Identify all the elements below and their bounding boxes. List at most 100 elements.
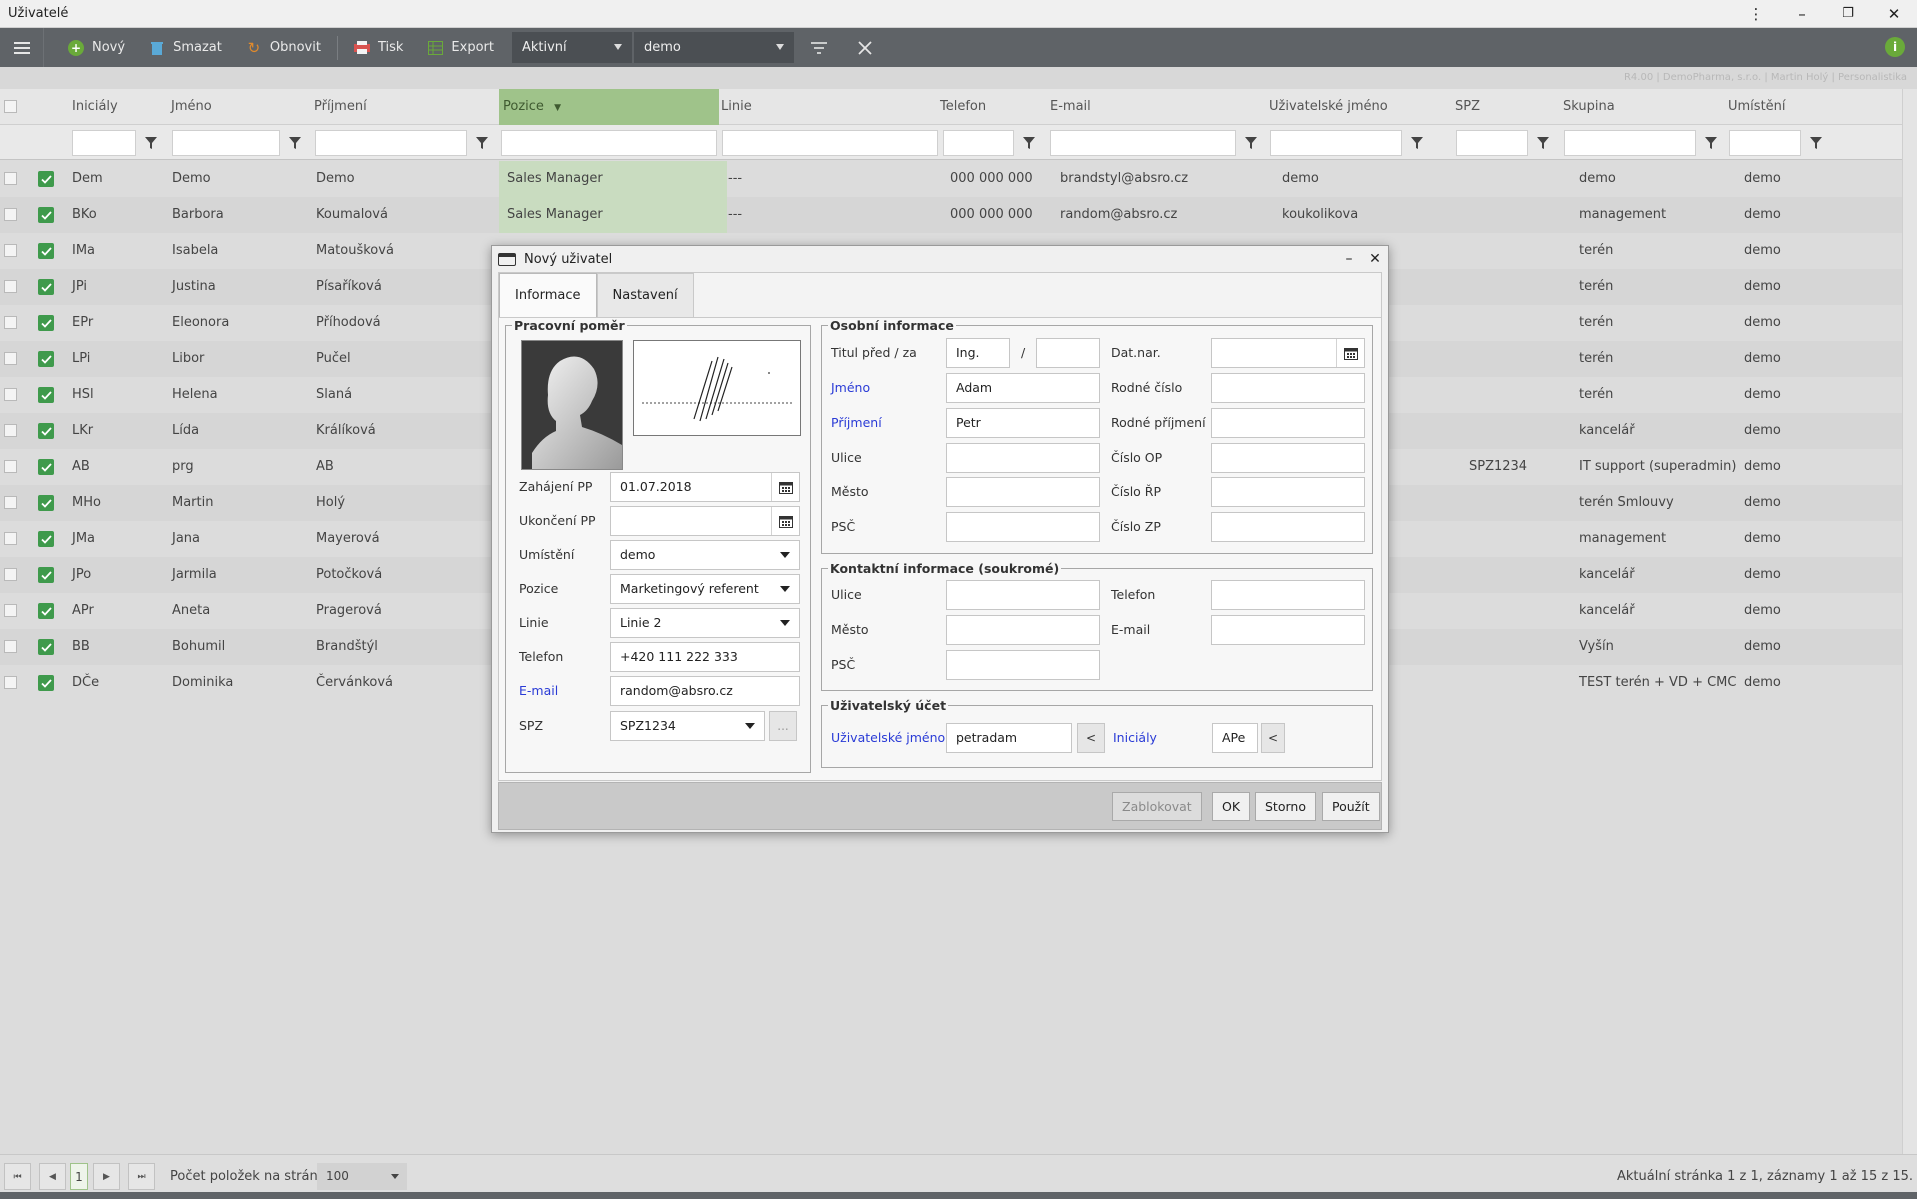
maiden-name-field[interactable] bbox=[1211, 408, 1365, 438]
zip-field[interactable] bbox=[946, 512, 1100, 542]
contact-email-field[interactable] bbox=[1211, 615, 1365, 645]
column-header-location[interactable]: Umístění bbox=[1724, 89, 1786, 125]
new-button[interactable]: + Nový bbox=[44, 28, 137, 67]
row-select-checkbox[interactable] bbox=[4, 388, 17, 401]
username-field[interactable]: petradam bbox=[946, 723, 1072, 753]
contact-street-field[interactable] bbox=[946, 580, 1100, 610]
first-name-field[interactable]: Adam bbox=[946, 373, 1100, 403]
initials-field[interactable]: APe bbox=[1212, 723, 1258, 753]
work-email-field[interactable]: random@absro.cz bbox=[610, 676, 800, 706]
last-page-button[interactable]: ⏭ bbox=[128, 1163, 155, 1190]
column-filter-input[interactable] bbox=[315, 130, 467, 156]
vertical-scrollbar[interactable] bbox=[1902, 89, 1917, 1154]
filter-icon[interactable] bbox=[1698, 130, 1724, 156]
calendar-icon[interactable] bbox=[771, 507, 799, 535]
chevron-down-icon[interactable] bbox=[771, 575, 799, 603]
column-header-line[interactable]: Linie bbox=[717, 89, 752, 125]
column-header-spz[interactable]: SPZ bbox=[1451, 89, 1480, 125]
tab-nastaveni[interactable]: Nastavení bbox=[596, 273, 694, 317]
active-check-icon[interactable] bbox=[38, 603, 54, 619]
row-select-checkbox[interactable] bbox=[4, 352, 17, 365]
restore-button[interactable]: ❐ bbox=[1825, 0, 1871, 28]
driving-license-field[interactable] bbox=[1211, 477, 1365, 507]
active-check-icon[interactable] bbox=[38, 315, 54, 331]
column-filter-input[interactable] bbox=[172, 130, 280, 156]
location-select[interactable]: demo bbox=[610, 540, 800, 570]
info-icon[interactable]: i bbox=[1885, 37, 1905, 57]
row-select-checkbox[interactable] bbox=[4, 676, 17, 689]
active-check-icon[interactable] bbox=[38, 531, 54, 547]
calendar-icon[interactable] bbox=[771, 473, 799, 501]
table-row[interactable]: BKo Barbora Koumalová Sales Manager --- 000 0… bbox=[0, 197, 1902, 233]
spz-more-button[interactable]: ... bbox=[769, 711, 797, 741]
signature-box[interactable] bbox=[633, 340, 801, 436]
title-after-field[interactable] bbox=[1036, 338, 1100, 368]
end-pp-field[interactable] bbox=[610, 506, 800, 536]
birth-number-field[interactable] bbox=[1211, 373, 1365, 403]
prev-page-button[interactable]: ◀ bbox=[39, 1163, 66, 1190]
generate-initials-button[interactable]: < bbox=[1261, 723, 1285, 753]
first-page-button[interactable]: ⏮ bbox=[4, 1163, 31, 1190]
contact-zip-field[interactable] bbox=[946, 650, 1100, 680]
column-filter-input[interactable] bbox=[1564, 130, 1696, 156]
export-button[interactable]: Export bbox=[415, 28, 506, 67]
filter-icon[interactable] bbox=[1530, 130, 1556, 156]
active-check-icon[interactable] bbox=[38, 567, 54, 583]
row-select-checkbox[interactable] bbox=[4, 172, 17, 185]
filter-settings-icon[interactable] bbox=[796, 28, 842, 67]
row-select-checkbox[interactable] bbox=[4, 604, 17, 617]
cancel-button[interactable]: Storno bbox=[1255, 792, 1316, 821]
active-check-icon[interactable] bbox=[38, 351, 54, 367]
filter-icon[interactable] bbox=[1404, 130, 1430, 156]
next-page-button[interactable]: ▶ bbox=[93, 1163, 120, 1190]
column-header-phone[interactable]: Telefon bbox=[936, 89, 986, 125]
column-header-group[interactable]: Skupina bbox=[1559, 89, 1615, 125]
column-filter-input[interactable] bbox=[1729, 130, 1801, 156]
contact-phone-field[interactable] bbox=[1211, 580, 1365, 610]
dialog-close-button[interactable]: ✕ bbox=[1362, 251, 1388, 267]
column-filter-input[interactable] bbox=[1456, 130, 1528, 156]
row-select-checkbox[interactable] bbox=[4, 316, 17, 329]
column-filter-input[interactable] bbox=[1050, 130, 1236, 156]
active-check-icon[interactable] bbox=[38, 639, 54, 655]
more-options-icon[interactable]: ⋮ bbox=[1733, 0, 1779, 28]
column-filter-input[interactable] bbox=[72, 130, 136, 156]
user-photo-placeholder[interactable] bbox=[521, 340, 623, 470]
active-check-icon[interactable] bbox=[38, 675, 54, 691]
location-filter-select[interactable]: demo bbox=[633, 32, 794, 63]
id-card-field[interactable] bbox=[1211, 443, 1365, 473]
row-select-checkbox[interactable] bbox=[4, 208, 17, 221]
chevron-down-icon[interactable] bbox=[736, 712, 764, 740]
row-select-checkbox[interactable] bbox=[4, 496, 17, 509]
active-check-icon[interactable] bbox=[38, 171, 54, 187]
calendar-icon[interactable] bbox=[1336, 339, 1364, 367]
row-select-checkbox[interactable] bbox=[4, 532, 17, 545]
chevron-down-icon[interactable] bbox=[771, 541, 799, 569]
column-header-email[interactable]: E-mail bbox=[1046, 89, 1091, 125]
filter-icon[interactable] bbox=[1016, 130, 1042, 156]
dialog-minimize-button[interactable]: – bbox=[1336, 251, 1362, 267]
active-check-icon[interactable] bbox=[38, 279, 54, 295]
active-check-icon[interactable] bbox=[38, 459, 54, 475]
filter-icon[interactable] bbox=[282, 130, 308, 156]
filter-icon[interactable] bbox=[1803, 130, 1829, 156]
ok-button[interactable]: OK bbox=[1212, 792, 1251, 821]
table-row[interactable]: Dem Demo Demo Sales Manager --- 000 000 000 br… bbox=[0, 161, 1902, 197]
active-check-icon[interactable] bbox=[38, 423, 54, 439]
generate-username-button[interactable]: < bbox=[1077, 723, 1105, 753]
row-select-checkbox[interactable] bbox=[4, 244, 17, 257]
spz-select[interactable]: SPZ1234 bbox=[610, 711, 765, 741]
street-field[interactable] bbox=[946, 443, 1100, 473]
tab-informace[interactable]: Informace bbox=[499, 273, 597, 317]
chevron-down-icon[interactable] bbox=[771, 609, 799, 637]
active-check-icon[interactable] bbox=[38, 243, 54, 259]
column-header-username[interactable]: Uživatelské jméno bbox=[1265, 89, 1388, 125]
row-select-checkbox[interactable] bbox=[4, 424, 17, 437]
row-select-checkbox[interactable] bbox=[4, 568, 17, 581]
column-header-position[interactable]: Pozice ▼ bbox=[499, 89, 719, 125]
close-button[interactable]: ✕ bbox=[1871, 0, 1917, 28]
status-filter-select[interactable]: Aktivní bbox=[511, 32, 632, 63]
city-field[interactable] bbox=[946, 477, 1100, 507]
column-filter-input[interactable] bbox=[722, 130, 938, 156]
column-header-first-name[interactable]: Jméno bbox=[167, 89, 212, 125]
